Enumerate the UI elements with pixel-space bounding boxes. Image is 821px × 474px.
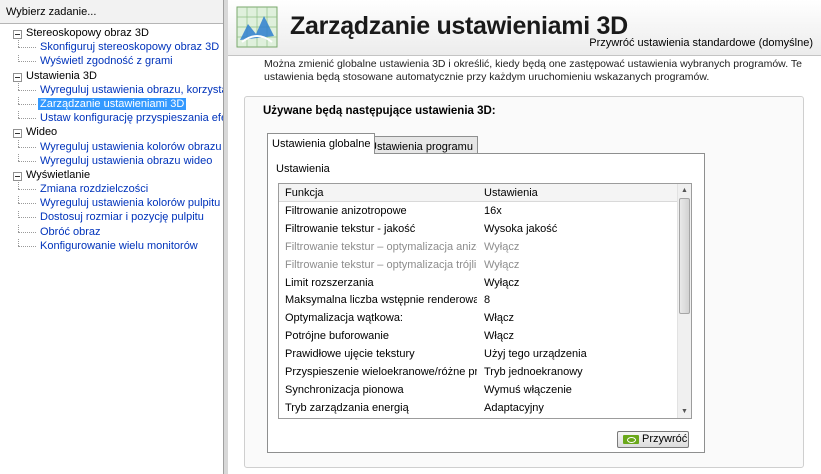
setting-function: Filtrowanie tekstur - jakość	[285, 222, 416, 235]
scrollbar-thumb[interactable]	[679, 198, 690, 314]
setting-function: Maksymalna liczba wstępnie renderowany…	[285, 294, 477, 307]
table-rows: Filtrowanie anizotropowe 16x Filtrowanie t…	[279, 203, 679, 418]
setting-function: Tryb zarządzania energią	[285, 401, 409, 414]
tree-category-3d-settings[interactable]: Ustawienia 3D	[0, 69, 223, 83]
setting-function: Filtrowanie anizotropowe	[285, 205, 407, 217]
settings-table[interactable]: Funkcja Ustawienia Filtrowanie anizotrop…	[278, 183, 692, 419]
table-row[interactable]: Przyspieszenie wieloekranowe/różne proc……	[279, 364, 679, 382]
setting-function: Synchronizacja pionowa	[285, 383, 404, 396]
setting-function: Potrójne buforowanie	[285, 330, 389, 343]
setting-value[interactable]: Wysoka jakość	[484, 221, 557, 239]
table-row[interactable]: Potrójne buforowanie Włącz	[279, 328, 679, 346]
restore-button-label: Przywróć	[642, 433, 688, 445]
setting-value[interactable]: Włącz	[484, 328, 514, 346]
table-row[interactable]: Filtrowanie tekstur – optymalizacja trój…	[279, 257, 679, 275]
restore-button[interactable]: Przywróć	[617, 431, 689, 448]
setting-value[interactable]: Wyłącz	[484, 239, 519, 257]
setting-function: Optymalizacja wątkowa:	[285, 312, 403, 325]
table-row[interactable]: Tryb zarządzania energią Adaptacyjny	[279, 400, 679, 418]
table-row[interactable]: Prawidłowe ujęcie tekstury Użyj tego urzą…	[279, 346, 679, 364]
tree-item-video-image[interactable]: Wyreguluj ustawienia obrazu wideo	[0, 153, 223, 168]
setting-value[interactable]: Włącz	[484, 310, 514, 328]
table-row[interactable]: Maksymalna liczba wstępnie renderowany… 8	[279, 292, 679, 310]
setting-value[interactable]: Tryb jednoekranowy	[484, 364, 583, 382]
table-scrollbar[interactable]: ▲ ▼	[677, 184, 691, 418]
setting-function: Przyspieszenie wieloekranowe/różne proc…	[285, 366, 477, 379]
page-title: Zarządzanie ustawieniami 3D	[290, 12, 628, 40]
table-row[interactable]: Optymalizacja wątkowa: Włącz	[279, 310, 679, 328]
table-row[interactable]: Limit rozszerzania Wyłącz	[279, 275, 679, 293]
page-banner: Zarządzanie ustawieniami 3D Przywróć ust…	[228, 0, 821, 56]
main-panel: Zarządzanie ustawieniami 3D Przywróć ust…	[224, 0, 821, 474]
setting-value[interactable]: Wyłącz	[484, 275, 519, 293]
scroll-up-icon[interactable]: ▲	[678, 184, 691, 197]
tab-panel: Ustawienia Funkcja Ustawienia Filtrowani…	[267, 153, 705, 453]
tree-item-desktop-color[interactable]: Wyreguluj ustawienia kolorów pulpitu	[0, 196, 223, 210]
scroll-down-icon[interactable]: ▼	[678, 405, 691, 418]
setting-function: Filtrowanie tekstur – optymalizacja aniz…	[285, 240, 477, 253]
table-row[interactable]: Filtrowanie anizotropowe 16x	[279, 203, 679, 221]
tree-category-label: Wideo	[26, 126, 58, 139]
tree-category-stereo[interactable]: Stereoskopowy obraz 3D	[0, 26, 223, 40]
column-header-function[interactable]: Funkcja	[285, 187, 324, 199]
setting-value[interactable]: 8	[484, 292, 490, 310]
restore-defaults-link[interactable]: Przywróć ustawienia standardowe (domyśln…	[589, 37, 813, 49]
table-row[interactable]: Synchronizacja pionowa Wymuś włączenie	[279, 382, 679, 400]
tree-item-change-resolution[interactable]: Zmiana rozdzielczości	[0, 182, 223, 196]
table-header: Funkcja Ustawienia	[279, 184, 679, 202]
tree-category-video[interactable]: Wideo	[0, 125, 223, 139]
3d-settings-icon	[236, 6, 278, 48]
task-tree-header: Wybierz zadanie...	[0, 0, 223, 24]
collapse-toggle-icon[interactable]	[13, 72, 22, 82]
tree-item-multiple-displays[interactable]: Konfigurowanie wielu monitorów	[0, 238, 223, 253]
task-tree: Stereoskopowy obraz 3D Skonfiguruj stere…	[0, 26, 223, 253]
tree-item-physx-configuration[interactable]: Ustaw konfigurację przyspieszania efektó…	[0, 111, 223, 125]
settings-group-heading: Używane będą następujące ustawienia 3D:	[263, 105, 496, 117]
setting-function: Prawidłowe ujęcie tekstury	[285, 348, 415, 361]
setting-function: Limit rozszerzania	[285, 276, 374, 289]
tree-item-manage-3d-settings[interactable]: Zarządzanie ustawieniami 3D	[0, 96, 223, 111]
tree-item-game-compatibility[interactable]: Wyświetl zgodność z grami	[0, 54, 223, 68]
column-header-setting[interactable]: Ustawienia	[484, 187, 538, 199]
tree-category-label: Stereoskopowy obraz 3D	[26, 27, 149, 39]
collapse-toggle-icon[interactable]	[13, 171, 22, 181]
setting-value[interactable]: Użyj tego urządzenia	[484, 346, 587, 364]
task-tree-panel: Wybierz zadanie... Stereoskopowy obraz 3…	[0, 0, 224, 474]
tab-global-settings[interactable]: Ustawienia globalne	[267, 133, 376, 154]
tree-category-label: Wyświetlanie	[26, 168, 91, 181]
page-description: Można zmienić globalne ustawienia 3D i o…	[264, 58, 802, 83]
setting-function: Filtrowanie tekstur – optymalizacja trój…	[285, 258, 477, 271]
tree-item-configure-stereo[interactable]: Skonfiguruj stereoskopowy obraz 3D	[0, 40, 223, 54]
tree-item-rotate-display[interactable]: Obróć obraz	[0, 224, 223, 239]
collapse-toggle-icon[interactable]	[13, 30, 22, 39]
tree-item-video-color[interactable]: Wyreguluj ustawienia kolorów obrazu wide…	[0, 139, 223, 154]
setting-value[interactable]: 16x	[484, 203, 502, 221]
collapse-toggle-icon[interactable]	[13, 129, 22, 139]
setting-value[interactable]: Wyłącz	[484, 257, 519, 275]
tree-item-desktop-size-position[interactable]: Dostosuj rozmiar i pozycję pulpitu	[0, 210, 223, 224]
tree-category-display[interactable]: Wyświetlanie	[0, 168, 223, 182]
tree-category-label: Ustawienia 3D	[26, 69, 97, 82]
nvidia-logo-icon	[623, 435, 639, 444]
setting-value[interactable]: Adaptacyjny	[484, 400, 544, 418]
setting-value[interactable]: Wymuś włączenie	[484, 382, 572, 400]
tree-item-adjust-image-settings[interactable]: Wyreguluj ustawienia obrazu, korzystając…	[0, 82, 223, 97]
settings-group: Używane będą następujące ustawienia 3D: …	[244, 96, 804, 468]
table-row[interactable]: Filtrowanie tekstur – optymalizacja aniz…	[279, 239, 679, 257]
table-row[interactable]: Filtrowanie tekstur - jakość Wysoka jakoś…	[279, 221, 679, 239]
settings-label: Ustawienia	[276, 163, 330, 175]
